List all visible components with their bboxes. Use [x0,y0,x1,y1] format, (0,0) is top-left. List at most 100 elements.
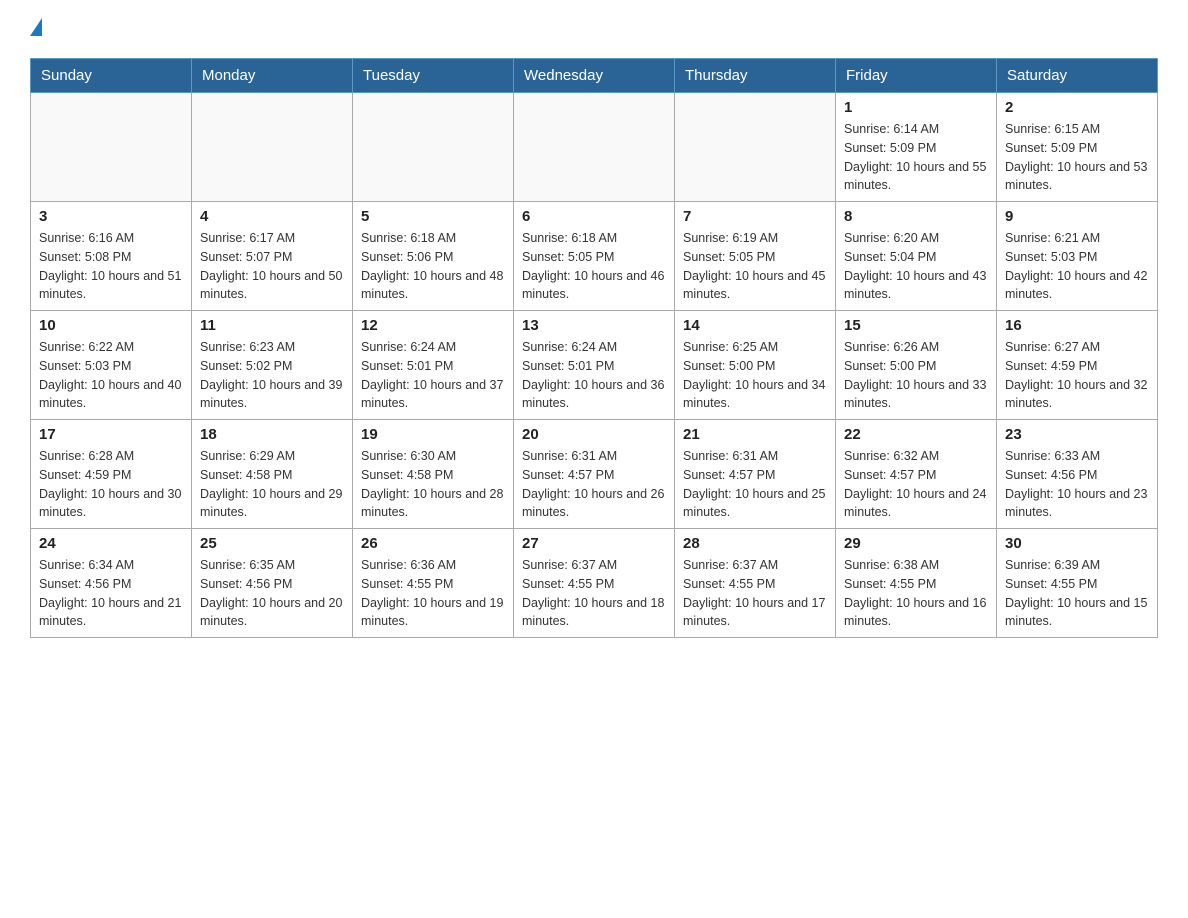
header-tuesday: Tuesday [353,59,514,93]
day-info: Sunrise: 6:36 AMSunset: 4:55 PMDaylight:… [361,556,505,631]
calendar-week-3: 10Sunrise: 6:22 AMSunset: 5:03 PMDayligh… [31,311,1158,420]
day-info: Sunrise: 6:30 AMSunset: 4:58 PMDaylight:… [361,447,505,522]
day-number: 30 [1005,535,1149,552]
calendar-week-1: 1 Sunrise: 6:14 AMSunset: 5:09 PMDaylight… [31,93,1158,202]
calendar-cell: 24Sunrise: 6:34 AMSunset: 4:56 PMDayligh… [31,529,192,638]
day-number: 20 [522,426,666,443]
calendar-cell: 2Sunrise: 6:15 AMSunset: 5:09 PMDaylight… [997,93,1158,202]
day-info: Sunrise: 6:18 AMSunset: 5:06 PMDaylight:… [361,229,505,304]
day-info: Sunrise: 6:18 AMSunset: 5:05 PMDaylight:… [522,229,666,304]
calendar-cell: 28 Sunrise: 6:37 AMSunset: 4:55 PMDayligh… [675,529,836,638]
calendar-cell: 20 Sunrise: 6:31 AMSunset: 4:57 PMDayligh… [514,420,675,529]
header-wednesday: Wednesday [514,59,675,93]
day-number: 29 [844,535,988,552]
calendar-cell: 19 Sunrise: 6:30 AMSunset: 4:58 PMDayligh… [353,420,514,529]
calendar-week-2: 3 Sunrise: 6:16 AMSunset: 5:08 PMDaylight… [31,202,1158,311]
calendar-cell: 9 Sunrise: 6:21 AMSunset: 5:03 PMDaylight… [997,202,1158,311]
calendar-week-4: 17 Sunrise: 6:28 AMSunset: 4:59 PMDayligh… [31,420,1158,529]
calendar-cell: 7 Sunrise: 6:19 AMSunset: 5:05 PMDaylight… [675,202,836,311]
calendar-cell: 29 Sunrise: 6:38 AMSunset: 4:55 PMDayligh… [836,529,997,638]
calendar-cell: 1 Sunrise: 6:14 AMSunset: 5:09 PMDaylight… [836,93,997,202]
day-number: 1 [844,99,988,116]
day-info: Sunrise: 6:15 AMSunset: 5:09 PMDaylight:… [1005,120,1149,195]
day-info: Sunrise: 6:31 AMSunset: 4:57 PMDaylight:… [522,447,666,522]
logo [30,20,44,38]
day-number: 17 [39,426,183,443]
calendar-cell: 6 Sunrise: 6:18 AMSunset: 5:05 PMDaylight… [514,202,675,311]
day-number: 12 [361,317,505,334]
day-number: 11 [200,317,344,334]
day-number: 18 [200,426,344,443]
calendar-cell: 12 Sunrise: 6:24 AMSunset: 5:01 PMDayligh… [353,311,514,420]
day-number: 15 [844,317,988,334]
logo-blue-text [30,20,44,38]
calendar-cell: 23Sunrise: 6:33 AMSunset: 4:56 PMDayligh… [997,420,1158,529]
day-number: 19 [361,426,505,443]
day-info: Sunrise: 6:32 AMSunset: 4:57 PMDaylight:… [844,447,988,522]
calendar-cell: 15 Sunrise: 6:26 AMSunset: 5:00 PMDayligh… [836,311,997,420]
calendar-cell: 4 Sunrise: 6:17 AMSunset: 5:07 PMDaylight… [192,202,353,311]
day-info: Sunrise: 6:26 AMSunset: 5:00 PMDaylight:… [844,338,988,413]
day-info: Sunrise: 6:21 AMSunset: 5:03 PMDaylight:… [1005,229,1149,304]
day-number: 6 [522,208,666,225]
day-info: Sunrise: 6:35 AMSunset: 4:56 PMDaylight:… [200,556,344,631]
day-number: 28 [683,535,827,552]
day-info: Sunrise: 6:31 AMSunset: 4:57 PMDaylight:… [683,447,827,522]
calendar-cell: 18 Sunrise: 6:29 AMSunset: 4:58 PMDayligh… [192,420,353,529]
logo-triangle-icon [30,18,42,36]
day-info: Sunrise: 6:24 AMSunset: 5:01 PMDaylight:… [361,338,505,413]
day-number: 25 [200,535,344,552]
day-number: 5 [361,208,505,225]
day-info: Sunrise: 6:37 AMSunset: 4:55 PMDaylight:… [522,556,666,631]
day-number: 9 [1005,208,1149,225]
day-info: Sunrise: 6:39 AMSunset: 4:55 PMDaylight:… [1005,556,1149,631]
day-number: 13 [522,317,666,334]
day-number: 10 [39,317,183,334]
header-thursday: Thursday [675,59,836,93]
calendar-cell [675,93,836,202]
day-info: Sunrise: 6:23 AMSunset: 5:02 PMDaylight:… [200,338,344,413]
header-monday: Monday [192,59,353,93]
day-info: Sunrise: 6:20 AMSunset: 5:04 PMDaylight:… [844,229,988,304]
calendar-cell: 22 Sunrise: 6:32 AMSunset: 4:57 PMDayligh… [836,420,997,529]
day-info: Sunrise: 6:25 AMSunset: 5:00 PMDaylight:… [683,338,827,413]
day-number: 8 [844,208,988,225]
header-sunday: Sunday [31,59,192,93]
day-number: 27 [522,535,666,552]
day-number: 23 [1005,426,1149,443]
day-info: Sunrise: 6:16 AMSunset: 5:08 PMDaylight:… [39,229,183,304]
day-info: Sunrise: 6:37 AMSunset: 4:55 PMDaylight:… [683,556,827,631]
day-info: Sunrise: 6:29 AMSunset: 4:58 PMDaylight:… [200,447,344,522]
day-number: 7 [683,208,827,225]
calendar-cell: 25 Sunrise: 6:35 AMSunset: 4:56 PMDayligh… [192,529,353,638]
calendar-cell: 16 Sunrise: 6:27 AMSunset: 4:59 PMDayligh… [997,311,1158,420]
day-number: 16 [1005,317,1149,334]
calendar-header-row: SundayMondayTuesdayWednesdayThursdayFrid… [31,59,1158,93]
calendar-cell [514,93,675,202]
day-number: 24 [39,535,183,552]
day-info: Sunrise: 6:28 AMSunset: 4:59 PMDaylight:… [39,447,183,522]
day-number: 4 [200,208,344,225]
day-info: Sunrise: 6:38 AMSunset: 4:55 PMDaylight:… [844,556,988,631]
day-number: 26 [361,535,505,552]
day-number: 22 [844,426,988,443]
header-saturday: Saturday [997,59,1158,93]
day-number: 14 [683,317,827,334]
calendar-cell: 26 Sunrise: 6:36 AMSunset: 4:55 PMDayligh… [353,529,514,638]
calendar-cell: 27 Sunrise: 6:37 AMSunset: 4:55 PMDayligh… [514,529,675,638]
day-info: Sunrise: 6:17 AMSunset: 5:07 PMDaylight:… [200,229,344,304]
day-number: 3 [39,208,183,225]
day-info: Sunrise: 6:14 AMSunset: 5:09 PMDaylight:… [844,120,988,195]
calendar-cell [31,93,192,202]
calendar-cell [353,93,514,202]
calendar-cell: 8 Sunrise: 6:20 AMSunset: 5:04 PMDaylight… [836,202,997,311]
day-info: Sunrise: 6:19 AMSunset: 5:05 PMDaylight:… [683,229,827,304]
day-info: Sunrise: 6:24 AMSunset: 5:01 PMDaylight:… [522,338,666,413]
calendar-cell: 13 Sunrise: 6:24 AMSunset: 5:01 PMDayligh… [514,311,675,420]
header [30,20,1158,38]
day-info: Sunrise: 6:27 AMSunset: 4:59 PMDaylight:… [1005,338,1149,413]
calendar-week-5: 24Sunrise: 6:34 AMSunset: 4:56 PMDayligh… [31,529,1158,638]
day-number: 21 [683,426,827,443]
calendar-cell: 17 Sunrise: 6:28 AMSunset: 4:59 PMDayligh… [31,420,192,529]
calendar-cell [192,93,353,202]
